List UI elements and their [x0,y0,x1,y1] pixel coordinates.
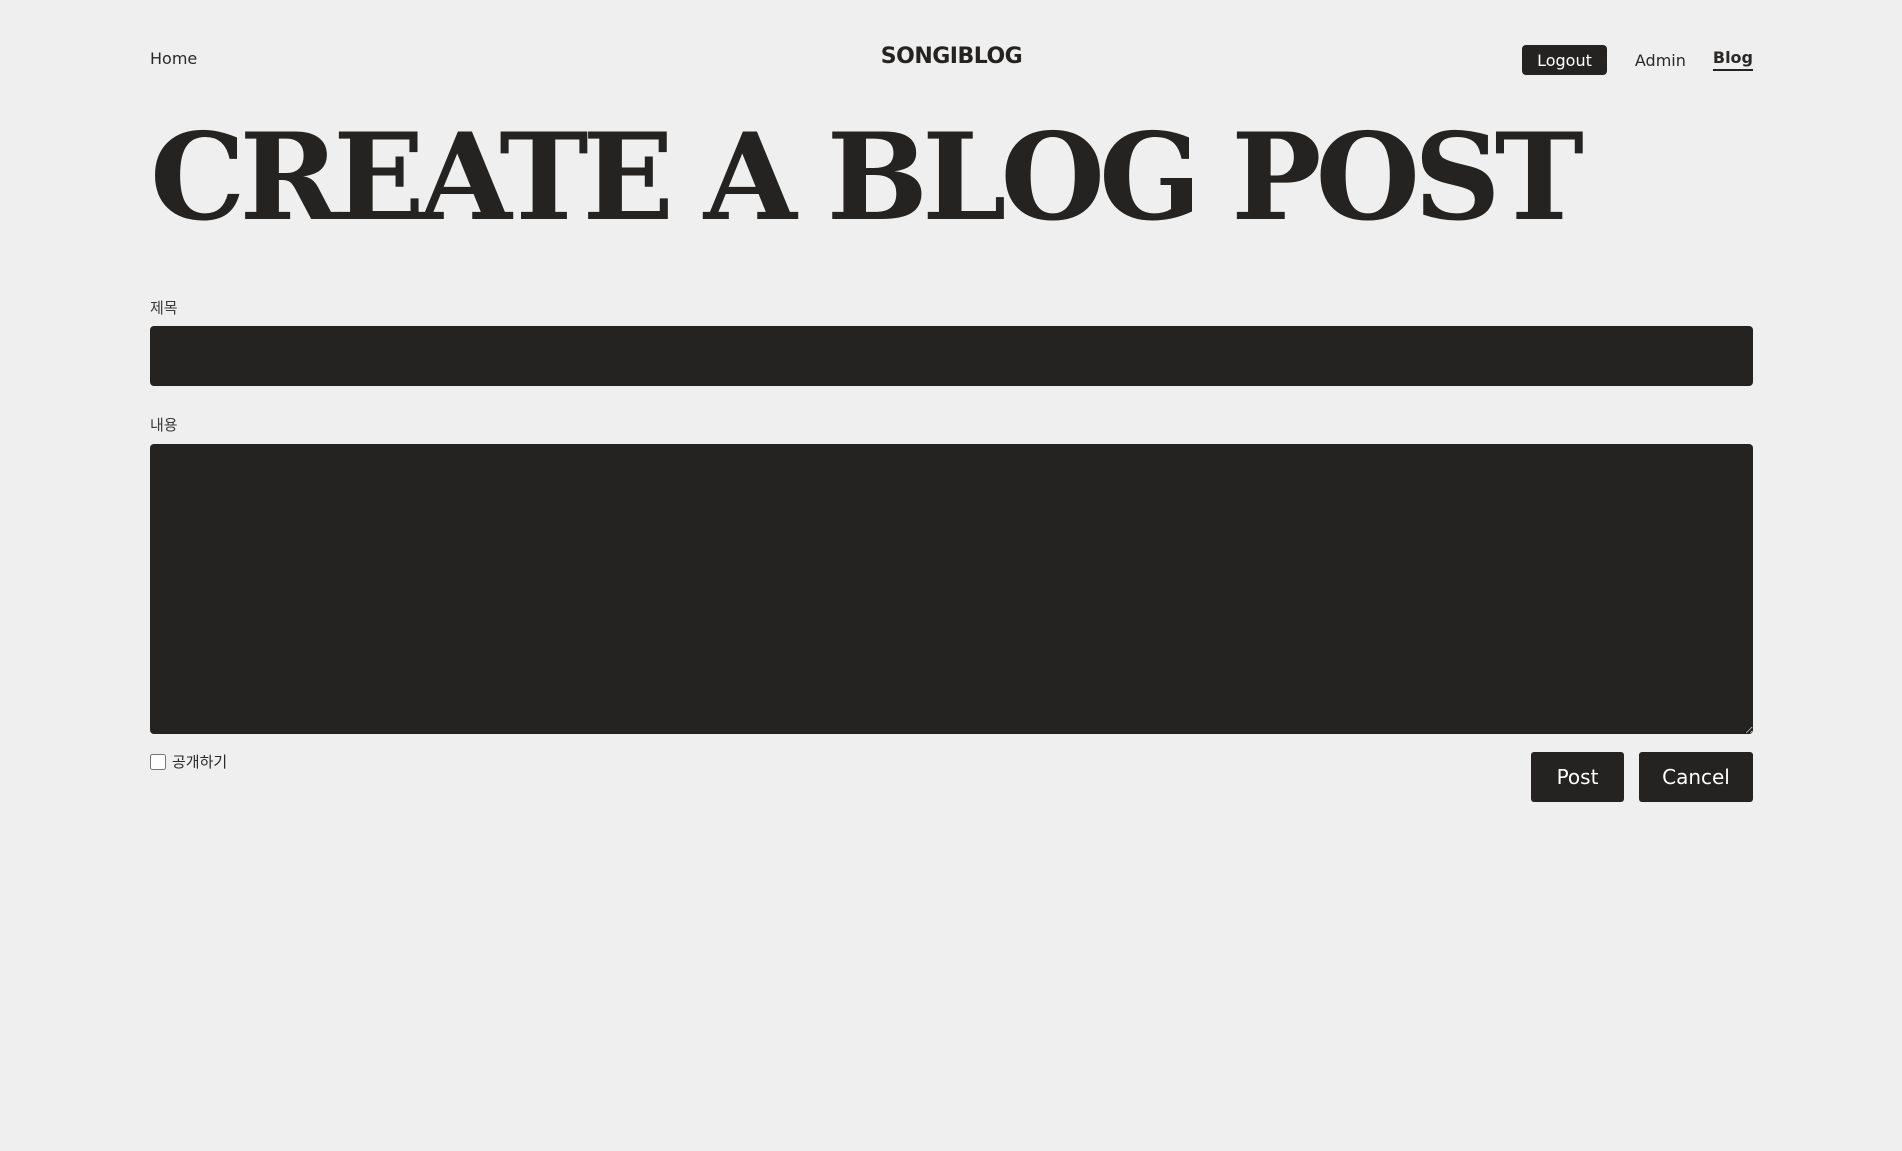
brand-logo: SONGIBLOG [150,44,1753,69]
content-field-label: 내용 [150,416,178,434]
header-nav: Logout Admin Blog [1522,45,1753,75]
cancel-button[interactable]: Cancel [1639,752,1753,802]
title-input[interactable] [150,326,1753,386]
logout-button[interactable]: Logout [1522,45,1607,75]
public-checkbox-label[interactable]: 공개하기 [172,751,227,772]
brand-logo-text[interactable]: SONGIBLOG [881,44,1023,69]
post-button[interactable]: Post [1531,752,1624,802]
nav-blog-link[interactable]: Blog [1712,48,1753,71]
page-container: Home SONGIBLOG Logout Admin Blog CREATE … [150,0,1753,1151]
site-header: Home SONGIBLOG Logout Admin Blog [150,0,1753,120]
public-checkbox[interactable] [150,753,166,770]
page-title: CREATE A BLOG POST [150,107,1584,248]
nav-admin-link[interactable]: Admin [1635,51,1686,70]
public-toggle-row: 공개하기 [150,751,227,772]
nav-home-link[interactable]: Home [150,49,197,68]
form-actions: Post Cancel [1531,752,1753,802]
content-textarea[interactable] [150,444,1753,734]
title-field-label: 제목 [150,299,178,317]
